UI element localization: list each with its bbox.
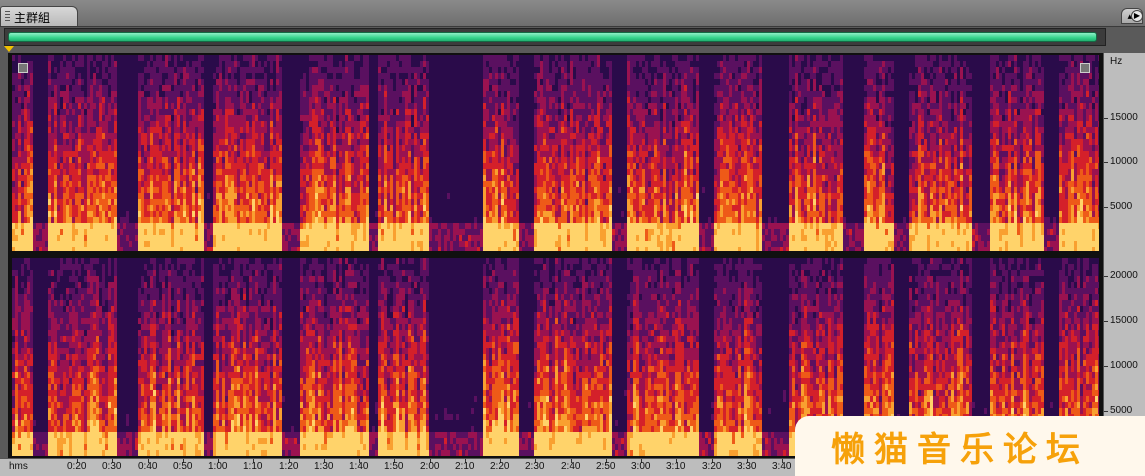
time-tick-label: 1:00 bbox=[208, 461, 227, 472]
frequency-tick-label: 10000 bbox=[1110, 156, 1138, 167]
time-tick-label: 2:40 bbox=[561, 461, 580, 472]
time-tick-label: 0:50 bbox=[173, 461, 192, 472]
overview-visible-range[interactable] bbox=[8, 32, 1097, 42]
spectral-display[interactable] bbox=[8, 53, 1103, 458]
time-tick-label: 3:00 bbox=[631, 461, 650, 472]
time-tick-label: 2:00 bbox=[420, 461, 439, 472]
playhead-marker-icon[interactable] bbox=[4, 46, 14, 52]
channel-left-spectrogram[interactable] bbox=[12, 55, 1099, 251]
time-tick-label: 0:30 bbox=[102, 461, 121, 472]
frequency-tick bbox=[1104, 276, 1108, 277]
frequency-tick bbox=[1104, 162, 1108, 163]
zoom-handle-left-icon[interactable] bbox=[18, 63, 28, 73]
time-tick-label: 3:30 bbox=[737, 461, 756, 472]
time-tick-label: 0:40 bbox=[138, 461, 157, 472]
frequency-tick-label: 10000 bbox=[1110, 360, 1138, 371]
frequency-tick bbox=[1104, 321, 1108, 322]
tab-label: 主群組 bbox=[14, 9, 50, 26]
time-tick-label: 1:30 bbox=[314, 461, 333, 472]
time-tick-label: 2:50 bbox=[596, 461, 615, 472]
frequency-tick-label: 5000 bbox=[1110, 405, 1132, 416]
time-tick-label: 1:50 bbox=[384, 461, 403, 472]
frequency-tick-label: 5000 bbox=[1110, 201, 1132, 212]
overview-scrollbar[interactable] bbox=[4, 28, 1106, 46]
frequency-tick-label: 15000 bbox=[1110, 315, 1138, 326]
watermark: 懒猫音乐论坛 bbox=[795, 416, 1145, 476]
frequency-tick bbox=[1104, 207, 1108, 208]
play-right-icon[interactable]: ▶ bbox=[1131, 10, 1143, 22]
time-tick-label: 0:20 bbox=[67, 461, 86, 472]
time-tick-label: 1:40 bbox=[349, 461, 368, 472]
zoom-handle-right-icon[interactable] bbox=[1080, 63, 1090, 73]
time-tick-label: 2:20 bbox=[490, 461, 509, 472]
time-tick-label: 2:10 bbox=[455, 461, 474, 472]
frequency-tick-label: 15000 bbox=[1110, 112, 1138, 123]
time-tick-label: 3:10 bbox=[666, 461, 685, 472]
time-tick-label: 3:40 bbox=[772, 461, 791, 472]
watermark-text: 懒猫音乐论坛 bbox=[831, 422, 1089, 471]
frequency-tick-label: 20000 bbox=[1110, 270, 1138, 281]
time-unit: hms bbox=[9, 461, 28, 472]
frequency-tick bbox=[1104, 366, 1108, 367]
frequency-tick bbox=[1104, 411, 1108, 412]
frequency-unit: Hz bbox=[1110, 56, 1122, 67]
frequency-ruler: Hz 15000 10000 5000 20000 15000 10000 5000 bbox=[1103, 53, 1145, 458]
time-tick-label: 1:20 bbox=[279, 461, 298, 472]
tab-strip: 主群組 ▴▾ bbox=[0, 0, 1145, 27]
frequency-tick bbox=[1104, 118, 1108, 119]
time-tick-label: 2:30 bbox=[525, 461, 544, 472]
tab-main-group[interactable]: 主群組 bbox=[0, 6, 78, 26]
grip-icon bbox=[5, 11, 10, 22]
time-tick-label: 3:20 bbox=[702, 461, 721, 472]
time-tick-label: 1:10 bbox=[243, 461, 262, 472]
